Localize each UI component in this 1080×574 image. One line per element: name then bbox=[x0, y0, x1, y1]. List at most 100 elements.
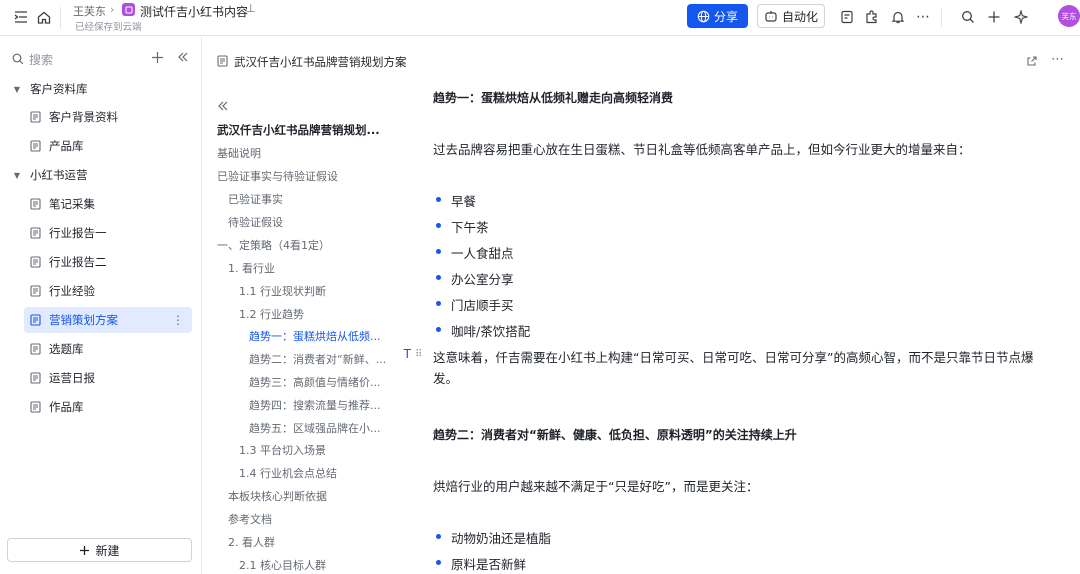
share-button[interactable]: 分享 bbox=[687, 4, 748, 28]
trend1-conclusion[interactable]: 这意味着，仟吉需要在小红书上构建“日常可买、日常可吃、日常可分享”的高频心智，而… bbox=[433, 347, 1033, 366]
more-icon[interactable]: ⋯ bbox=[1051, 52, 1064, 67]
sidebar-item-daily-report[interactable]: 运营日报 bbox=[24, 365, 192, 391]
sidebar-item-marketing-plan[interactable]: 营销策划方案 ⋮ bbox=[24, 307, 192, 333]
outline-item[interactable]: 一、定策略（4看1定） bbox=[217, 237, 330, 253]
sidebar-item-label: 客户背景资料 bbox=[49, 110, 118, 124]
collapse-outline-icon[interactable] bbox=[217, 100, 229, 115]
outline-item[interactable]: 2.1 核心目标人群 bbox=[239, 557, 326, 573]
sidebar-search[interactable]: 搜索 bbox=[12, 50, 192, 68]
bullet-dot bbox=[436, 301, 441, 306]
share-label: 分享 bbox=[713, 9, 738, 24]
add-page-icon[interactable] bbox=[151, 51, 164, 67]
doc-icon bbox=[28, 256, 42, 268]
sidebar-group-customer[interactable]: ▼ 客户资料库 bbox=[10, 76, 192, 102]
bullet-dot bbox=[436, 327, 441, 332]
list-item[interactable]: 一人食甜点 bbox=[451, 243, 514, 262]
search-icon bbox=[12, 53, 24, 65]
trend1-intro[interactable]: 过去品牌容易把重心放在生日蛋糕、节日礼盒等低频高客单产品上，但如今行业更大的增量… bbox=[433, 139, 971, 158]
outline-item[interactable]: 武汉仟吉小红书品牌营销规划... bbox=[217, 122, 380, 138]
doc-icon bbox=[28, 198, 42, 210]
block-handle[interactable]: T ⠿ bbox=[397, 345, 429, 363]
more-vertical-icon[interactable]: ⋮ bbox=[172, 313, 184, 327]
doc-title: 武汉仟吉小红书品牌营销规划方案 bbox=[234, 55, 407, 69]
outline-item[interactable]: 1. 看行业 bbox=[228, 260, 275, 276]
caret-down-icon[interactable]: ▼ bbox=[12, 85, 22, 94]
list-item[interactable]: 咖啡/茶饮搭配 bbox=[451, 321, 530, 340]
outline-item[interactable]: 参考文档 bbox=[228, 511, 272, 527]
more-icon[interactable]: ⋯ bbox=[914, 8, 932, 26]
sidebar-item-customer-background[interactable]: 客户背景资料 bbox=[24, 104, 192, 130]
outline-item[interactable]: 趋势三：高颜值与情绪价... bbox=[249, 374, 381, 390]
outline-item[interactable]: 趋势五：区域强品牌在小... bbox=[249, 420, 381, 436]
list-item[interactable]: 门店顺手买 bbox=[451, 295, 514, 314]
sidebar-item-industry-experience[interactable]: 行业经验 bbox=[24, 278, 192, 304]
sidebar-item-label: 作品库 bbox=[49, 400, 84, 414]
outline-item[interactable]: 已验证事实与待验证假设 bbox=[217, 168, 338, 184]
bullet-dot bbox=[436, 275, 441, 280]
search-input[interactable]: 搜索 bbox=[29, 51, 53, 68]
share-out-icon[interactable] bbox=[1026, 55, 1038, 70]
outline-item[interactable]: 1.3 平台切入场景 bbox=[239, 442, 326, 458]
sidebar-item-topic-library[interactable]: 选题库 bbox=[24, 336, 192, 362]
trend1-heading[interactable]: 趋势一：蛋糕烘焙从低频礼赠走向高频轻消费 bbox=[433, 89, 673, 106]
search-icon[interactable] bbox=[959, 8, 977, 26]
list-item[interactable]: 动物奶油还是植脂 bbox=[451, 528, 551, 547]
doc-icon bbox=[28, 343, 42, 355]
new-label: 新建 bbox=[95, 543, 120, 558]
sidebar-item-report-2[interactable]: 行业报告二 bbox=[24, 249, 192, 275]
sidebar-group-label: 客户资料库 bbox=[30, 82, 88, 96]
trend2-intro[interactable]: 烘焙行业的用户越来越不满足于“只是好吃”，而是更关注： bbox=[433, 476, 758, 495]
robot-icon bbox=[765, 11, 777, 22]
sidebar-item-label: 笔记采集 bbox=[49, 197, 95, 211]
template-icon[interactable] bbox=[838, 8, 856, 26]
sidebar-item-report-1[interactable]: 行业报告一 bbox=[24, 220, 192, 246]
sidebar: 搜索 ▼ 客户资料库 客户背景资料 产品库 ▼ 小红书运营 笔记采集 行业报告一… bbox=[0, 37, 202, 574]
sidebar-group-label: 小红书运营 bbox=[30, 168, 88, 182]
sidebar-group-xhs[interactable]: ▼ 小红书运营 bbox=[10, 162, 192, 188]
outline-item[interactable]: 本板块核心判断依据 bbox=[228, 488, 327, 504]
list-item[interactable]: 办公室分享 bbox=[451, 269, 514, 288]
outline-item[interactable]: 趋势一：蛋糕烘焙从低频... bbox=[249, 328, 381, 344]
outline-item[interactable]: 1.1 行业现状判断 bbox=[239, 283, 326, 299]
sidebar-item-works-library[interactable]: 作品库 bbox=[24, 394, 192, 420]
sidebar-item-product-library[interactable]: 产品库 bbox=[24, 133, 192, 159]
list-item[interactable]: 下午茶 bbox=[451, 217, 489, 236]
outline-item[interactable]: 趋势四：搜索流量与推荐... bbox=[249, 397, 381, 413]
new-button[interactable]: 新建 bbox=[7, 538, 192, 562]
chevron-right-icon: › bbox=[110, 3, 115, 16]
automation-button[interactable]: 自动化 bbox=[757, 4, 825, 28]
text-type-icon[interactable]: T bbox=[404, 347, 411, 361]
save-status: 已经保存到云端 bbox=[75, 22, 142, 33]
ai-sparkle-icon[interactable] bbox=[1012, 8, 1030, 26]
trend1-conclusion-cont[interactable]: 发。 bbox=[433, 368, 458, 387]
divider bbox=[60, 7, 61, 29]
top-bar: 王芙东 › 测试仟吉小红书内容 ⊥ 已经保存到云端 分享 自动化 ⋯ 芙东 bbox=[0, 0, 1080, 36]
workspace-title[interactable]: 测试仟吉小红书内容 bbox=[140, 3, 248, 20]
pin-icon[interactable]: ⊥ bbox=[246, 2, 256, 15]
breadcrumb-user[interactable]: 王芙东 bbox=[73, 3, 106, 19]
list-item[interactable]: 原料是否新鲜 bbox=[451, 554, 526, 573]
list-item[interactable]: 早餐 bbox=[451, 191, 476, 210]
collapse-sidebar-icon[interactable] bbox=[177, 51, 189, 66]
plus-icon[interactable] bbox=[985, 8, 1003, 26]
outline-item[interactable]: 基础说明 bbox=[217, 145, 261, 161]
outline-item[interactable]: 1.4 行业机会点总结 bbox=[239, 465, 337, 481]
outline-item[interactable]: 1.2 行业趋势 bbox=[239, 306, 304, 322]
sidebar-toggle-icon[interactable] bbox=[12, 8, 30, 26]
sidebar-item-label: 选题库 bbox=[49, 342, 84, 356]
home-icon[interactable] bbox=[35, 8, 53, 26]
doc-icon bbox=[28, 401, 42, 413]
outline-item[interactable]: 2. 看人群 bbox=[228, 534, 275, 550]
outline-item[interactable]: 趋势二：消费者对“新鲜、... bbox=[249, 351, 386, 367]
sidebar-item-note-collection[interactable]: 笔记采集 bbox=[24, 191, 192, 217]
trend2-heading[interactable]: 趋势二：消费者对“新鲜、健康、低负担、原料透明”的关注持续上升 bbox=[433, 426, 797, 443]
bell-icon[interactable] bbox=[889, 8, 907, 26]
outline-item[interactable]: 已验证事实 bbox=[228, 191, 283, 207]
drag-handle-icon[interactable]: ⠿ bbox=[415, 349, 422, 360]
outline-item[interactable]: 待验证假设 bbox=[228, 214, 283, 230]
plugin-icon[interactable] bbox=[863, 8, 881, 26]
avatar[interactable]: 芙东 bbox=[1058, 5, 1080, 27]
caret-down-icon[interactable]: ▼ bbox=[12, 171, 22, 180]
bullet-dot bbox=[436, 249, 441, 254]
bullet-dot bbox=[436, 560, 441, 565]
